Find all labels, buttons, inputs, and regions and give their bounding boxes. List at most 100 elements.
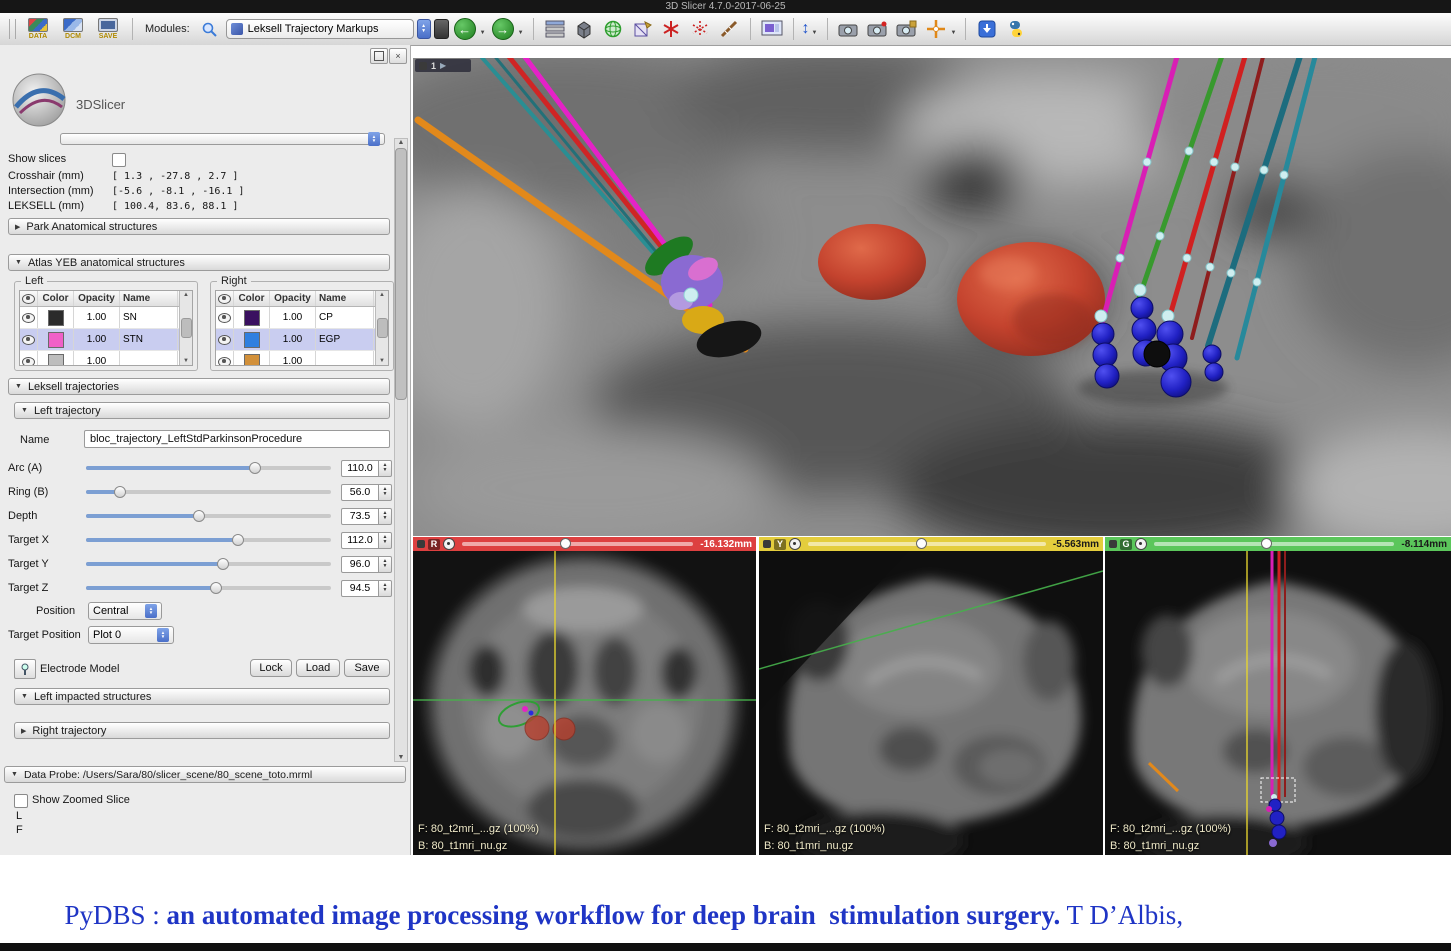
target-y-stepper[interactable]: ▲▼ [379, 556, 392, 573]
opacity-cell[interactable]: 1.00 [74, 307, 120, 328]
section-park-anatomical[interactable]: ▶ Park Anatomical structures [8, 218, 390, 235]
crosshair-star-button[interactable] [658, 16, 684, 42]
show-zoomed-slice-checkbox[interactable] [14, 794, 28, 808]
yellow-slice-render[interactable] [759, 551, 1103, 855]
module-panel-scrollbar[interactable]: ▲ ▼ [394, 138, 408, 762]
slider-handle[interactable] [210, 582, 222, 594]
arc-stepper[interactable]: ▲▼ [379, 460, 392, 477]
crosshair-dropdown-icon[interactable]: ▼ [951, 30, 957, 36]
table-scrollbar[interactable]: ▲▼ [179, 291, 192, 365]
trajectory-name-input[interactable]: bloc_trajectory_LeftStdParkinsonProcedur… [84, 430, 390, 448]
slice-offset-slider[interactable] [808, 542, 1046, 546]
slider-handle[interactable] [193, 510, 205, 522]
position-combobox[interactable]: Central ▲▼ [88, 602, 162, 620]
opacity-cell[interactable]: 1.00 [270, 351, 316, 366]
green-slice-render[interactable] [1105, 551, 1451, 855]
target-z-slider[interactable] [86, 586, 331, 590]
table-row[interactable]: 1.00 [216, 351, 388, 366]
section-atlas-yeb[interactable]: ▼ Atlas YEB anatomical structures [8, 254, 390, 271]
color-cell[interactable] [38, 307, 74, 328]
depth-slider[interactable] [86, 514, 331, 518]
slice-visibility-eye-icon[interactable] [789, 538, 801, 550]
module-selector-stepper[interactable]: ▲▼ [417, 19, 431, 39]
name-cell[interactable]: EGP [316, 329, 374, 350]
visibility-toggle[interactable] [20, 329, 38, 350]
module-selector[interactable]: Leksell Trajectory Markups [226, 19, 414, 39]
section-left-impacted[interactable]: ▼ Left impacted structures [14, 688, 390, 705]
table-scrollbar[interactable]: ▲▼ [375, 291, 388, 365]
table-header[interactable]: Color Opacity Name [20, 291, 192, 307]
save-button[interactable]: SAVE [92, 15, 124, 43]
load-button[interactable]: Load [296, 659, 340, 677]
back-button[interactable]: ← [452, 16, 478, 42]
python-console-button[interactable] [1003, 16, 1029, 42]
arc-spinbox[interactable]: 110.0 [341, 460, 379, 477]
3d-view-controller-bar[interactable]: 1 ▶ [415, 59, 471, 72]
scrollbar-thumb[interactable] [181, 318, 192, 338]
opacity-cell[interactable]: 1.00 [74, 351, 120, 366]
slider-handle[interactable] [232, 534, 244, 546]
crosshair-star-sparse-button[interactable] [687, 16, 713, 42]
pin-icon[interactable] [417, 540, 425, 548]
slice-offset-slider[interactable] [462, 542, 693, 546]
opacity-cell[interactable]: 1.00 [270, 307, 316, 328]
capture-view-button[interactable] [836, 16, 862, 42]
extensions-button[interactable] [974, 16, 1000, 42]
table-row[interactable]: 1.00 STN [20, 329, 192, 351]
table-row[interactable]: 1.00 SN [20, 307, 192, 329]
capture-settings-button[interactable] [894, 16, 920, 42]
3d-view-button[interactable] [571, 16, 597, 42]
expand-arrow-icon[interactable]: ▶ [440, 61, 446, 70]
table-row[interactable]: 1.00 [20, 351, 192, 366]
target-z-stepper[interactable]: ▲▼ [379, 580, 392, 597]
slice-view-yellow[interactable]: F: 80_t2mri_...gz (100%) B: 80_t1mri_nu.… [759, 551, 1103, 855]
ring-stepper[interactable]: ▲▼ [379, 484, 392, 501]
toolbar-grip[interactable] [9, 19, 16, 39]
updown-dropdown-icon[interactable]: ▼ [812, 30, 818, 36]
target-x-slider[interactable] [86, 538, 331, 542]
ruler-button[interactable] [716, 16, 742, 42]
visibility-toggle[interactable] [216, 329, 234, 350]
layout-selector-button[interactable] [542, 16, 568, 42]
close-panel-button[interactable]: × [389, 48, 407, 64]
scrollbar-thumb[interactable] [377, 318, 388, 338]
target-x-stepper[interactable]: ▲▼ [379, 532, 392, 549]
atlas-left-table[interactable]: Color Opacity Name 1.00 SN 1.00 STN [19, 290, 193, 366]
table-header[interactable]: Color Opacity Name [216, 291, 388, 307]
visibility-toggle[interactable] [216, 307, 234, 328]
arc-slider[interactable] [86, 466, 331, 470]
electrode-model-button[interactable] [14, 659, 36, 679]
pin-icon[interactable] [419, 62, 427, 70]
forward-dropdown-icon[interactable]: ▼ [518, 30, 524, 36]
back-dropdown-icon[interactable]: ▼ [480, 30, 486, 36]
slice-view-green[interactable]: F: 80_t2mri_...gz (100%) B: 80_t1mri_nu.… [1105, 551, 1451, 855]
color-cell[interactable] [234, 351, 270, 366]
color-cell[interactable] [234, 329, 270, 350]
section-leksell-trajectories[interactable]: ▼ Leksell trajectories [8, 378, 390, 395]
ring-slider[interactable] [86, 490, 331, 494]
module-search-button[interactable] [197, 16, 223, 42]
opacity-cell[interactable]: 1.00 [74, 329, 120, 350]
red-slice-render[interactable] [413, 551, 756, 855]
crosshair-button[interactable] [923, 16, 949, 42]
slice-slider-handle[interactable] [560, 538, 571, 549]
capture-sequence-button[interactable] [865, 16, 891, 42]
trajectory-combobox-clipped[interactable]: ▲▼ [60, 133, 385, 145]
module-history-button[interactable] [434, 19, 449, 39]
screenshot-button[interactable] [759, 16, 785, 42]
mesh-view-button[interactable] [629, 16, 655, 42]
visibility-toggle[interactable] [20, 351, 38, 366]
slice-slider-handle[interactable] [916, 538, 927, 549]
pin-icon[interactable] [1109, 540, 1117, 548]
color-cell[interactable] [38, 351, 74, 366]
undock-panel-button[interactable] [370, 48, 388, 64]
color-cell[interactable] [38, 329, 74, 350]
3d-view-render[interactable] [413, 58, 1451, 536]
ring-spinbox[interactable]: 56.0 [341, 484, 379, 501]
depth-spinbox[interactable]: 73.5 [341, 508, 379, 525]
load-data-button[interactable]: DATA [22, 15, 54, 43]
opacity-cell[interactable]: 1.00 [270, 329, 316, 350]
visibility-toggle[interactable] [216, 351, 234, 366]
slice-visibility-eye-icon[interactable] [1135, 538, 1147, 550]
target-y-spinbox[interactable]: 96.0 [341, 556, 379, 573]
